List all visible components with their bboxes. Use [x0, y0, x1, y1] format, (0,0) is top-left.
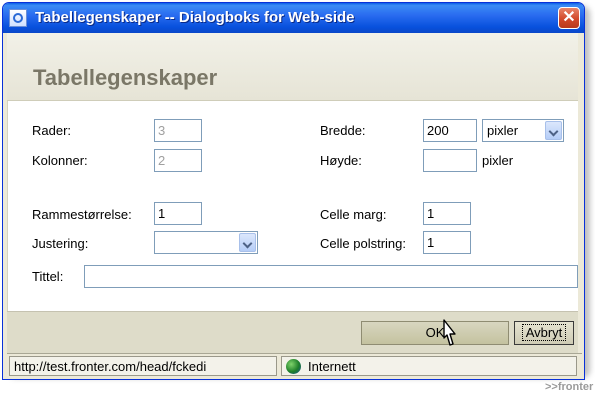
caption-input[interactable] [84, 265, 578, 288]
width-label: Bredde: [320, 123, 366, 138]
chevron-down-icon[interactable] [545, 121, 562, 140]
chevron-down-icon[interactable] [239, 233, 256, 252]
ie-page-icon [9, 9, 27, 27]
security-zone: Internett [281, 356, 577, 376]
height-label: Høyde: [320, 153, 362, 168]
cancel-button[interactable]: Avbryt [514, 321, 574, 345]
columns-label: Kolonner: [32, 153, 88, 168]
watermark: >>fronter [545, 381, 594, 393]
button-bar: OK Avbryt [7, 311, 578, 353]
rows-label: Rader: [32, 123, 72, 138]
close-button[interactable]: ✕ [558, 7, 580, 29]
border-size-input[interactable] [154, 202, 202, 225]
cell-padding-label: Celle polstring: [320, 236, 406, 251]
rows-input[interactable] [154, 119, 202, 142]
dialog-header: Tabellegenskaper [7, 33, 578, 101]
page-title: Tabellegenskaper [33, 65, 218, 90]
table-properties-panel: Rader: Kolonner: Rammestørrelse: Justeri… [7, 101, 578, 311]
border-size-label: Rammestørrelse: [32, 207, 132, 222]
ok-button[interactable]: OK [361, 321, 509, 345]
height-input[interactable] [423, 149, 477, 172]
title-bar[interactable]: Tabellegenskaper -- Dialogboks for Web-s… [3, 3, 584, 33]
alignment-label: Justering: [32, 236, 89, 251]
width-input[interactable] [423, 119, 477, 142]
status-url: http://test.fronter.com/head/fckedi [9, 356, 277, 376]
alignment-select[interactable] [154, 231, 258, 254]
width-unit-value: pixler [487, 123, 519, 138]
mouse-cursor-icon [443, 319, 456, 346]
window-title: Tabellegenskaper -- Dialogboks for Web-s… [35, 9, 355, 26]
cell-padding-input[interactable] [423, 231, 471, 254]
cancel-button-label: Avbryt [521, 324, 567, 341]
zone-label: Internett [308, 359, 356, 374]
height-unit-label: pixler [482, 153, 514, 168]
width-unit-select[interactable]: pixler [482, 119, 564, 142]
globe-icon [286, 359, 301, 374]
cell-spacing-input[interactable] [423, 202, 471, 225]
caption-label: Tittel: [32, 269, 64, 284]
cell-spacing-label: Celle marg: [320, 207, 387, 222]
columns-input[interactable] [154, 149, 202, 172]
dialog-window: Tabellegenskaper -- Dialogboks for Web-s… [2, 2, 585, 380]
status-bar: http://test.fronter.com/head/fckedi Inte… [7, 353, 582, 379]
